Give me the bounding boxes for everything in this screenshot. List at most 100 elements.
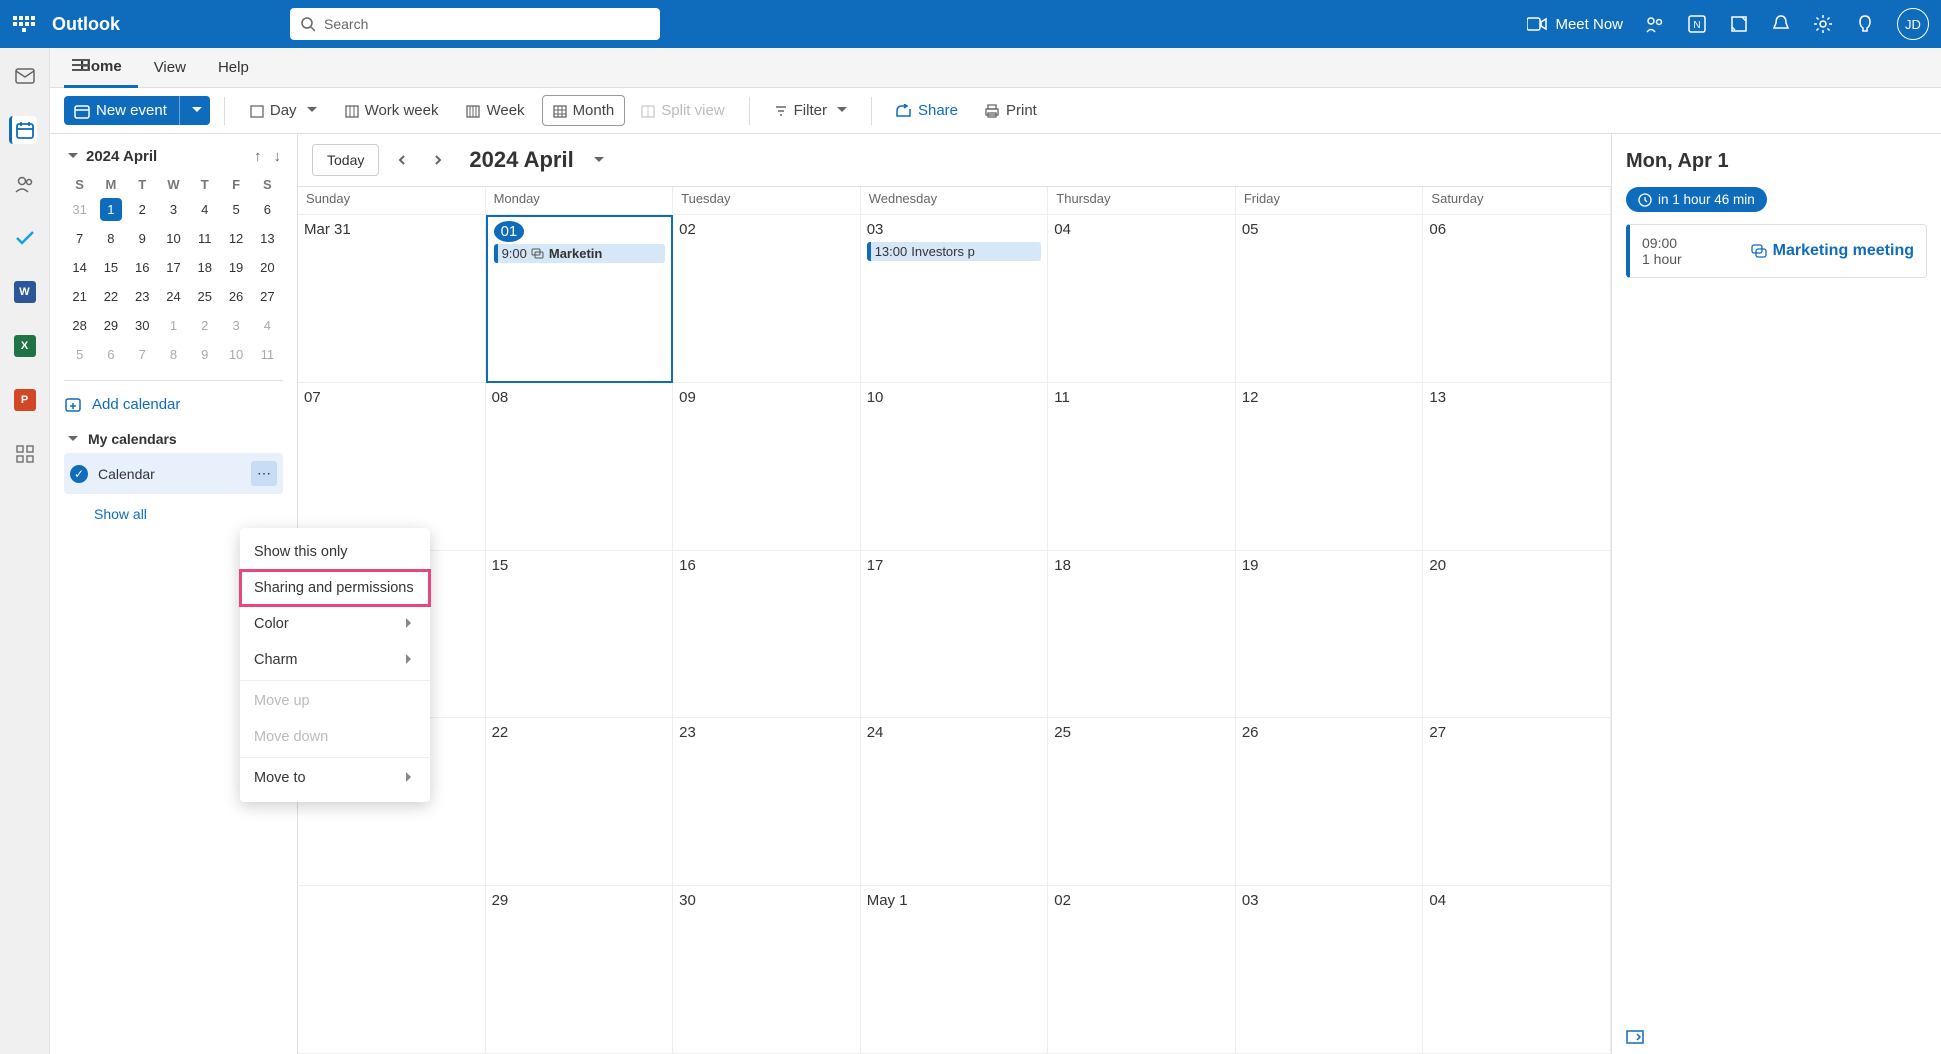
menu-show-only[interactable]: Show this only: [240, 534, 430, 570]
grid-cell[interactable]: 19: [1236, 551, 1424, 719]
tab-help[interactable]: Help: [202, 49, 265, 86]
add-calendar-button[interactable]: Add calendar: [64, 395, 283, 413]
more-apps-rail-icon[interactable]: [11, 440, 39, 468]
mini-day-cell[interactable]: 26: [220, 285, 251, 308]
mini-calendar[interactable]: SMTWTFS311234567891011121314151617181920…: [64, 177, 283, 366]
mini-day-cell[interactable]: 2: [189, 314, 220, 337]
mini-day-cell[interactable]: 24: [158, 285, 189, 308]
grid-cell[interactable]: 04: [1048, 215, 1236, 383]
mini-day-cell[interactable]: 1: [100, 198, 122, 221]
mini-day-cell[interactable]: 9: [127, 227, 158, 250]
grid-cell[interactable]: 11: [1048, 383, 1236, 551]
grid-cell[interactable]: 29: [486, 886, 674, 1054]
grid-cell[interactable]: 20: [1423, 551, 1611, 719]
mini-day-cell[interactable]: 6: [95, 343, 126, 366]
todo-rail-icon[interactable]: [11, 224, 39, 252]
mini-day-cell[interactable]: 7: [64, 227, 95, 250]
mini-day-cell[interactable]: 2: [127, 198, 158, 221]
event-chip[interactable]: 9:00 Marketin: [494, 244, 666, 263]
mini-day-cell[interactable]: 30: [127, 314, 158, 337]
mail-rail-icon[interactable]: [11, 62, 39, 90]
share-button[interactable]: Share: [886, 96, 968, 125]
grid-cell[interactable]: 08: [486, 383, 674, 551]
grid-cell[interactable]: 02: [1048, 886, 1236, 1054]
mini-day-cell[interactable]: 15: [95, 256, 126, 279]
grid-cell[interactable]: 02: [673, 215, 861, 383]
nav-toggle-icon[interactable]: [72, 56, 90, 74]
expand-agenda-icon[interactable]: [1626, 1030, 1644, 1044]
excel-rail-icon[interactable]: X: [11, 332, 39, 360]
grid-cell[interactable]: Mar 31: [298, 215, 486, 383]
mini-day-cell[interactable]: 12: [220, 227, 251, 250]
mini-day-cell[interactable]: 7: [127, 343, 158, 366]
grid-cell[interactable]: 26: [1236, 718, 1424, 886]
grid-cell[interactable]: 18: [1048, 551, 1236, 719]
next-period-icon[interactable]: [425, 147, 451, 173]
mini-day-cell[interactable]: 20: [252, 256, 283, 279]
show-all-calendars[interactable]: Show all: [94, 506, 283, 522]
mini-day-cell[interactable]: 3: [158, 198, 189, 221]
mini-day-cell[interactable]: 10: [158, 227, 189, 250]
next-month-icon[interactable]: ↓: [272, 146, 284, 167]
grid-cell[interactable]: 17: [861, 551, 1049, 719]
grid-cell[interactable]: 12: [1236, 383, 1424, 551]
mini-day-cell[interactable]: 28: [64, 314, 95, 337]
today-button[interactable]: Today: [312, 144, 379, 176]
mini-day-cell[interactable]: 11: [189, 227, 220, 250]
menu-sharing-permissions[interactable]: Sharing and permissions: [240, 570, 430, 606]
mini-day-cell[interactable]: 21: [64, 285, 95, 308]
my-calendars-header[interactable]: My calendars: [64, 431, 283, 447]
mini-day-cell[interactable]: 13: [252, 227, 283, 250]
grid-cell[interactable]: 07: [298, 383, 486, 551]
grid-cell[interactable]: 04: [1423, 886, 1611, 1054]
grid-cell[interactable]: 16: [673, 551, 861, 719]
grid-cell[interactable]: 27: [1423, 718, 1611, 886]
prev-month-icon[interactable]: ↑: [252, 146, 264, 167]
grid-cell[interactable]: 25: [1048, 718, 1236, 886]
prev-period-icon[interactable]: [389, 147, 415, 173]
notes-icon[interactable]: [1729, 14, 1749, 34]
onenote-icon[interactable]: N: [1687, 14, 1707, 34]
mini-day-cell[interactable]: 31: [64, 198, 95, 221]
grid-cell[interactable]: 019:00 Marketin: [486, 215, 674, 383]
mini-day-cell[interactable]: 11: [252, 343, 283, 366]
search-input[interactable]: Search: [290, 8, 660, 40]
tab-view[interactable]: View: [138, 49, 202, 86]
mini-day-cell[interactable]: 1: [158, 314, 189, 337]
calendar-rail-icon[interactable]: [9, 116, 37, 144]
app-launcher-icon[interactable]: [12, 12, 36, 36]
menu-charm[interactable]: Charm: [240, 642, 430, 678]
filter-button[interactable]: Filter: [764, 96, 857, 125]
mini-day-cell[interactable]: 16: [127, 256, 158, 279]
grid-cell[interactable]: 24: [861, 718, 1049, 886]
powerpoint-rail-icon[interactable]: P: [11, 386, 39, 414]
user-avatar[interactable]: JD: [1897, 8, 1929, 40]
grid-cell[interactable]: May 1: [861, 886, 1049, 1054]
grid-cell[interactable]: 23: [673, 718, 861, 886]
grid-cell[interactable]: 06: [1423, 215, 1611, 383]
settings-icon[interactable]: [1813, 14, 1833, 34]
people-rail-icon[interactable]: [11, 170, 39, 198]
grid-cell[interactable]: 05: [1236, 215, 1424, 383]
mini-day-cell[interactable]: 5: [220, 198, 251, 221]
grid-cell[interactable]: 10: [861, 383, 1049, 551]
agenda-event-card[interactable]: 09:00 1 hour Marketing meeting: [1626, 224, 1927, 278]
mini-day-cell[interactable]: 9: [189, 343, 220, 366]
month-button[interactable]: Month: [542, 95, 626, 126]
work-week-button[interactable]: Work week: [334, 95, 450, 126]
mini-day-cell[interactable]: 8: [95, 227, 126, 250]
week-button[interactable]: Week: [455, 95, 535, 126]
chevron-down-icon[interactable]: [590, 152, 604, 168]
grid-cell[interactable]: 0313:00 Investors p: [861, 215, 1049, 383]
mini-day-cell[interactable]: 23: [127, 285, 158, 308]
mini-day-cell[interactable]: 10: [220, 343, 251, 366]
menu-move-to[interactable]: Move to: [240, 760, 430, 796]
mini-day-cell[interactable]: 3: [220, 314, 251, 337]
meet-now-button[interactable]: Meet Now: [1527, 16, 1623, 33]
grid-cell[interactable]: 30: [673, 886, 861, 1054]
mini-day-cell[interactable]: 6: [252, 198, 283, 221]
mini-day-cell[interactable]: 19: [220, 256, 251, 279]
notifications-icon[interactable]: [1771, 14, 1791, 34]
mini-day-cell[interactable]: 22: [95, 285, 126, 308]
grid-cell[interactable]: 22: [486, 718, 674, 886]
